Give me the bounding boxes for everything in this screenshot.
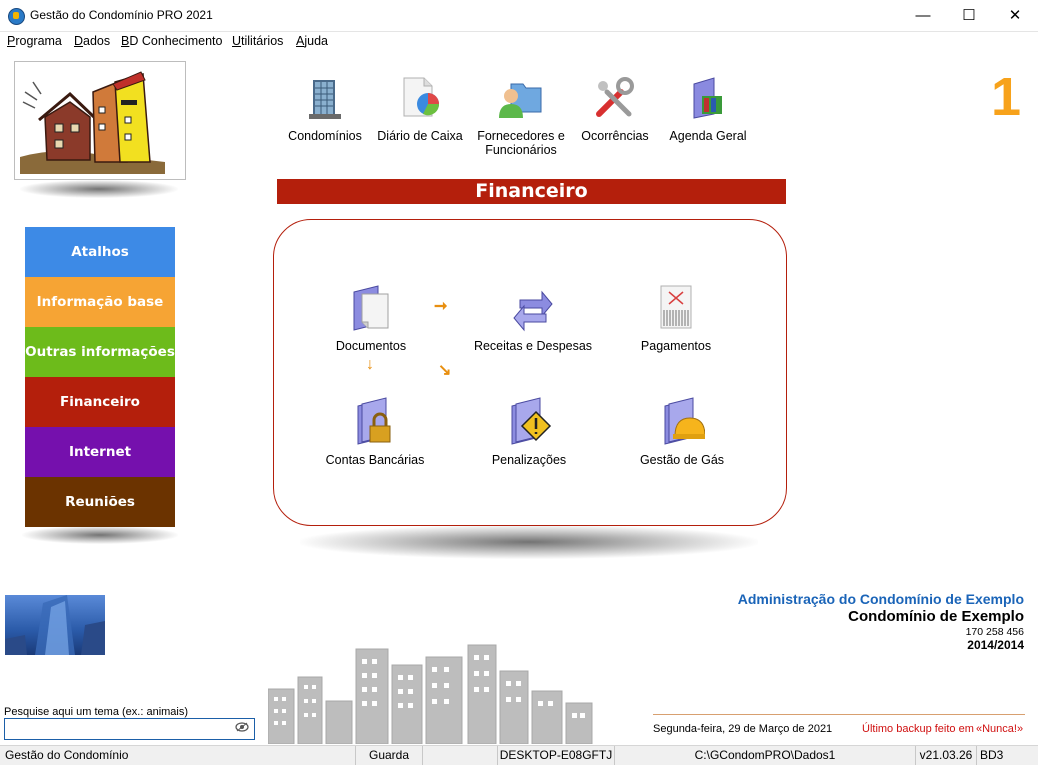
receipt-barcode-icon bbox=[660, 285, 692, 329]
toolbar-label: Diário de Caixa bbox=[377, 129, 463, 143]
menu-utilitarios[interactable]: Utilitários bbox=[232, 34, 283, 48]
status-user: Guarda bbox=[356, 746, 423, 765]
title-bar: Gestão do Condomínio PRO 2021 — ☐ ✕ bbox=[0, 0, 1038, 32]
item-penalizacoes[interactable]: Penalizações bbox=[454, 396, 604, 467]
close-button[interactable]: ✕ bbox=[992, 0, 1038, 31]
status-data-path: C:\GCondomPRO\Dados1 bbox=[615, 746, 916, 765]
item-label: Pagamentos bbox=[640, 339, 712, 353]
panel-shadow bbox=[300, 525, 758, 559]
menu-label: tilitários bbox=[241, 34, 284, 48]
condominio-number: 170 258 456 bbox=[965, 626, 1024, 638]
menu-ajuda[interactable]: Ajuda bbox=[296, 34, 328, 48]
toolbar-diario-de-caixa[interactable]: Diário de Caixa bbox=[374, 74, 466, 143]
status-version: v21.03.26 bbox=[916, 746, 977, 765]
item-pagamentos[interactable]: Pagamentos bbox=[601, 282, 751, 353]
building-cartoon-illustration bbox=[20, 71, 165, 174]
nav-outras-informacoes[interactable]: Outras informações bbox=[25, 327, 175, 377]
item-gestao-de-gas[interactable]: Gestão de Gás bbox=[607, 396, 757, 467]
item-label: Receitas e Despesas bbox=[473, 339, 593, 353]
toolbar-fornecedores-funcionarios[interactable]: Fornecedores e Funcionários bbox=[472, 74, 570, 157]
menu-accel: U bbox=[232, 34, 242, 48]
status-computer: DESKTOP-E08GFTJ bbox=[498, 746, 615, 765]
item-label: Contas Bancárias bbox=[325, 453, 425, 467]
status-bar: Gestão do Condomínio Guarda DESKTOP-E08G… bbox=[0, 745, 1038, 765]
menu-programa[interactable]: Programa bbox=[7, 34, 62, 48]
nav-informacao-base[interactable]: Informação base bbox=[25, 277, 175, 327]
nav-internet[interactable]: Internet bbox=[25, 427, 175, 477]
menu-dados[interactable]: Dados bbox=[74, 34, 110, 48]
menu-label: rograma bbox=[15, 34, 62, 48]
nav-reunioes[interactable]: Reuniões bbox=[25, 477, 175, 527]
arrow-down-icon: ↓ bbox=[366, 356, 374, 373]
menu-accel: D bbox=[74, 34, 84, 48]
maximize-button[interactable]: ☐ bbox=[946, 0, 992, 31]
skyscraper-image bbox=[5, 595, 105, 655]
item-label: Gestão de Gás bbox=[639, 453, 725, 467]
item-label: Penalizações bbox=[491, 453, 567, 467]
admin-name: Administração do Condomínio de Exemplo bbox=[737, 591, 1024, 607]
toolbar-label: Agenda Geral bbox=[669, 129, 747, 143]
current-date: Segunda-feira, 29 de Março de 2021 bbox=[653, 723, 833, 735]
status-spacer bbox=[423, 746, 498, 765]
warning-folder-icon bbox=[511, 397, 552, 445]
menu-label: juda bbox=[304, 34, 328, 48]
menu-bd-conhecimento[interactable]: BD Conhecimento bbox=[121, 34, 222, 48]
toolbar-label: Condomínios bbox=[288, 129, 362, 143]
item-receitas-despesas[interactable]: Receitas e Despesas bbox=[458, 282, 608, 353]
item-label: Documentos bbox=[335, 339, 407, 353]
agenda-icon bbox=[693, 77, 722, 119]
arrow-right-icon: ➞ bbox=[434, 298, 448, 315]
section-title: Financeiro bbox=[277, 179, 786, 204]
user-folder-icon bbox=[499, 83, 542, 118]
building-icon bbox=[309, 80, 341, 119]
toolbar-agenda-geral[interactable]: Agenda Geral bbox=[664, 74, 752, 143]
condominio-name: Condomínio de Exemplo bbox=[848, 608, 1024, 625]
item-documentos[interactable]: Documentos bbox=[296, 282, 446, 353]
nav-atalhos[interactable]: Atalhos bbox=[25, 227, 175, 277]
app-logo bbox=[14, 61, 186, 180]
minimize-button[interactable]: — bbox=[900, 0, 946, 31]
item-contas-bancarias[interactable]: Contas Bancárias bbox=[300, 396, 450, 467]
locked-folder-icon bbox=[357, 397, 391, 445]
nav-financeiro[interactable]: Financeiro bbox=[25, 377, 175, 427]
city-skyline-decoration bbox=[268, 644, 593, 744]
notification-count: 1 bbox=[990, 67, 1022, 127]
status-database: BD3 bbox=[980, 748, 1004, 762]
skyscraper-photo bbox=[5, 595, 105, 655]
financeiro-panel bbox=[273, 219, 787, 526]
exchange-arrows-icon bbox=[513, 290, 553, 332]
search-input[interactable] bbox=[4, 718, 255, 740]
document-chart-icon bbox=[403, 77, 440, 117]
search-label: Pesquise aqui um tema (ex.: animais) bbox=[4, 706, 189, 718]
footer-divider bbox=[653, 714, 1025, 715]
tools-icon bbox=[596, 77, 634, 117]
documents-folder-icon bbox=[353, 285, 389, 331]
menu-bar: Programa Dados BD Conhecimento Utilitári… bbox=[0, 32, 1038, 51]
backup-label: Último backup feito em bbox=[862, 723, 974, 735]
hardhat-folder-icon bbox=[664, 397, 706, 445]
backup-value[interactable]: «Nunca!» bbox=[976, 723, 1023, 735]
toolbar-label-line2: Funcionários bbox=[485, 143, 557, 157]
menu-label: D Conhecimento bbox=[129, 34, 223, 48]
arrow-diagonal-icon: ↘ bbox=[438, 362, 452, 379]
menu-label: ados bbox=[83, 34, 111, 48]
eye-icon[interactable] bbox=[235, 721, 249, 733]
window-title: Gestão do Condomínio PRO 2021 bbox=[30, 8, 213, 22]
toolbar-ocorrencias[interactable]: Ocorrências bbox=[576, 74, 654, 143]
nav-shadow bbox=[22, 526, 178, 544]
toolbar-label-line1: Fornecedores e bbox=[477, 129, 565, 143]
period: 2014/2014 bbox=[967, 638, 1024, 652]
app-icon bbox=[8, 8, 25, 25]
logo-shadow bbox=[20, 180, 178, 198]
toolbar-label: Ocorrências bbox=[581, 129, 649, 143]
toolbar-condominios[interactable]: Condomínios bbox=[284, 74, 366, 143]
status-app: Gestão do Condomínio bbox=[0, 746, 356, 765]
